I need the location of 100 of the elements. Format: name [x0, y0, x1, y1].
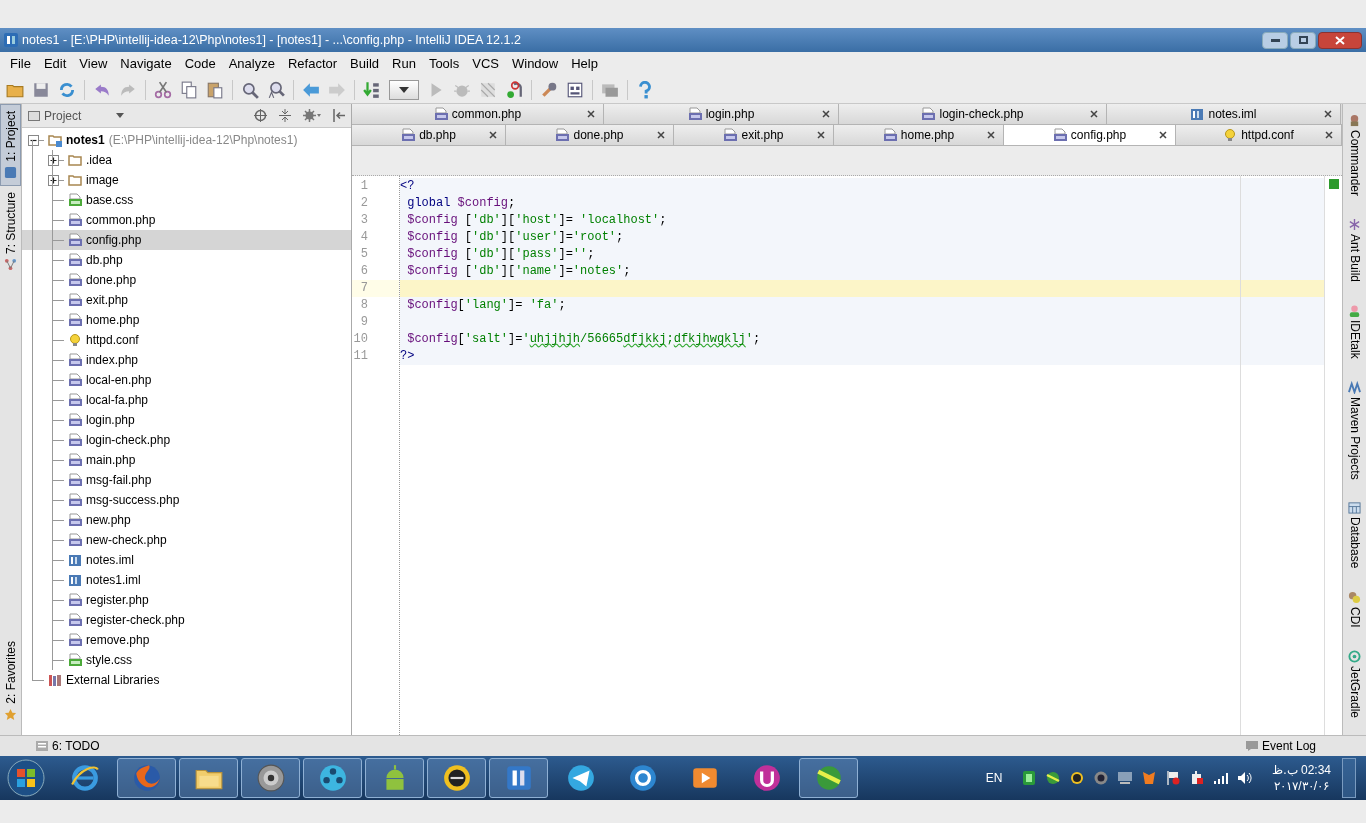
menu-item[interactable]: Navigate	[114, 54, 178, 74]
menu-item[interactable]: View	[73, 54, 114, 74]
editor-tab[interactable]: common.php	[352, 104, 604, 124]
settings-icon[interactable]	[303, 109, 321, 122]
tool-window-tab[interactable]: 7: Structure	[0, 185, 21, 277]
sync-icon[interactable]	[58, 80, 76, 99]
menu-item[interactable]: Run	[386, 54, 422, 74]
close-tab-icon[interactable]	[489, 131, 497, 139]
webcam-icon[interactable]	[1093, 770, 1110, 786]
taskbar-button[interactable]	[799, 758, 858, 798]
menu-item[interactable]: File	[4, 54, 37, 74]
attach-icon[interactable]	[505, 80, 523, 99]
tool-window-tab[interactable]: 2: Favorites	[0, 635, 21, 727]
tree-item[interactable]: local-fa.php	[22, 390, 351, 410]
tree-item[interactable]: base.css	[22, 190, 351, 210]
monitor-icon[interactable]	[1117, 770, 1134, 786]
tree-item[interactable]: login.php	[22, 410, 351, 430]
editor-tab[interactable]: notes.iml	[1107, 104, 1341, 124]
save-icon[interactable]	[32, 80, 50, 99]
tree-item[interactable]: login-check.php	[22, 430, 351, 450]
tool-window-tab[interactable]: IDEtalk	[1345, 304, 1364, 359]
tool-window-tab[interactable]: Ant Build	[1345, 218, 1364, 283]
menu-item[interactable]: Build	[344, 54, 385, 74]
editor-tab[interactable]: login-check.php	[839, 104, 1107, 124]
menu-item[interactable]: Refactor	[281, 54, 344, 74]
editor-tab[interactable]: home.php	[834, 125, 1004, 145]
tree-item[interactable]: remove.php	[22, 630, 351, 650]
flag-icon[interactable]	[1165, 770, 1182, 786]
run-configuration-dropdown[interactable]	[389, 79, 419, 100]
menu-item[interactable]: VCS	[466, 54, 505, 74]
close-tab-icon[interactable]	[1324, 110, 1332, 118]
tool-window-tab[interactable]: CDI	[1345, 590, 1364, 628]
shield-icon[interactable]	[1021, 770, 1038, 786]
search-icon[interactable]	[241, 80, 259, 99]
taskbar-button[interactable]	[427, 758, 486, 798]
maximize-button[interactable]	[1290, 31, 1316, 49]
close-tab-icon[interactable]	[1325, 131, 1333, 139]
tree-item[interactable]: register.php	[22, 590, 351, 610]
close-tab-icon[interactable]	[657, 131, 665, 139]
help-icon[interactable]	[636, 80, 654, 99]
antivirus-icon[interactable]	[1141, 770, 1158, 786]
todo-tool-button[interactable]: 6: TODO	[36, 737, 100, 755]
close-tab-icon[interactable]	[987, 131, 995, 139]
tool-window-tab[interactable]: Maven Projects	[1345, 380, 1364, 480]
tree-item[interactable]: notes1 (E:\PHP\intellij-idea-12\Php\notes1)	[22, 130, 351, 150]
tree-item[interactable]: common.php	[22, 210, 351, 230]
editor-tab[interactable]: db.php	[352, 125, 506, 145]
tool-window-tab[interactable]: Commander	[1345, 114, 1364, 197]
menu-item[interactable]: Tools	[422, 54, 466, 74]
clock[interactable]: 02:34 ب.ظ ۲۰۱۷/۳۰/۰۶	[1272, 762, 1331, 794]
tree-item[interactable]: new.php	[22, 510, 351, 530]
tree-item[interactable]: notes1.iml	[22, 570, 351, 590]
close-tab-icon[interactable]	[1090, 110, 1098, 118]
tree-item[interactable]: main.php	[22, 450, 351, 470]
tree-item[interactable]: exit.php	[22, 290, 351, 310]
collapse-toggle-icon[interactable]	[28, 135, 39, 146]
tree-item[interactable]: msg-success.php	[22, 490, 351, 510]
tree-item[interactable]: config.php	[22, 230, 351, 250]
close-tab-icon[interactable]	[587, 110, 595, 118]
power-icon[interactable]	[1189, 770, 1206, 786]
tree-item[interactable]: done.php	[22, 270, 351, 290]
tree-item[interactable]: msg-fail.php	[22, 470, 351, 490]
tree-item[interactable]: index.php	[22, 350, 351, 370]
tree-item[interactable]: register-check.php	[22, 610, 351, 630]
menu-item[interactable]: Analyze	[222, 54, 281, 74]
tree-item[interactable]: new-check.php	[22, 530, 351, 550]
close-tab-icon[interactable]	[1159, 131, 1167, 139]
expand-toggle-icon[interactable]	[48, 175, 59, 186]
tree-item[interactable]: db.php	[22, 250, 351, 270]
close-tab-icon[interactable]	[817, 131, 825, 139]
paste-icon[interactable]	[206, 80, 224, 99]
close-tab-icon[interactable]	[822, 110, 830, 118]
collapse-icon[interactable]	[279, 109, 291, 122]
tree-item[interactable]: .idea	[22, 150, 351, 170]
menu-item[interactable]: Edit	[37, 54, 73, 74]
volume-icon[interactable]	[1237, 770, 1254, 786]
menu-item[interactable]: Code	[178, 54, 222, 74]
language-indicator[interactable]: EN	[985, 769, 1003, 787]
find-in-path-icon[interactable]	[267, 80, 285, 99]
close-button[interactable]	[1318, 31, 1362, 49]
download-icon[interactable]	[1045, 770, 1062, 786]
tree-item[interactable]: image	[22, 170, 351, 190]
tree-item[interactable]: External Libraries	[22, 670, 351, 690]
hide-panel-icon[interactable]	[333, 109, 345, 122]
tool-window-tab[interactable]: Database	[1345, 501, 1364, 569]
editor-tab[interactable]: httpd.conf	[1176, 125, 1342, 145]
editor-tab[interactable]: exit.php	[674, 125, 834, 145]
editor-tab[interactable]: done.php	[506, 125, 674, 145]
tool-window-tab[interactable]: JetGradle	[1345, 649, 1364, 718]
helmet-icon[interactable]	[1069, 770, 1086, 786]
event-log-button[interactable]: Event Log	[1245, 737, 1316, 755]
tree-item[interactable]: home.php	[22, 310, 351, 330]
menu-item[interactable]: Help	[565, 54, 604, 74]
wrench-icon[interactable]	[540, 80, 558, 99]
locate-icon[interactable]	[254, 109, 267, 122]
tree-item[interactable]: notes.iml	[22, 550, 351, 570]
taskbar-button[interactable]	[489, 758, 548, 798]
tool-window-tab[interactable]: 1: Project	[0, 104, 21, 186]
show-desktop-button[interactable]	[1342, 758, 1356, 798]
menu-item[interactable]: Window	[505, 54, 565, 74]
